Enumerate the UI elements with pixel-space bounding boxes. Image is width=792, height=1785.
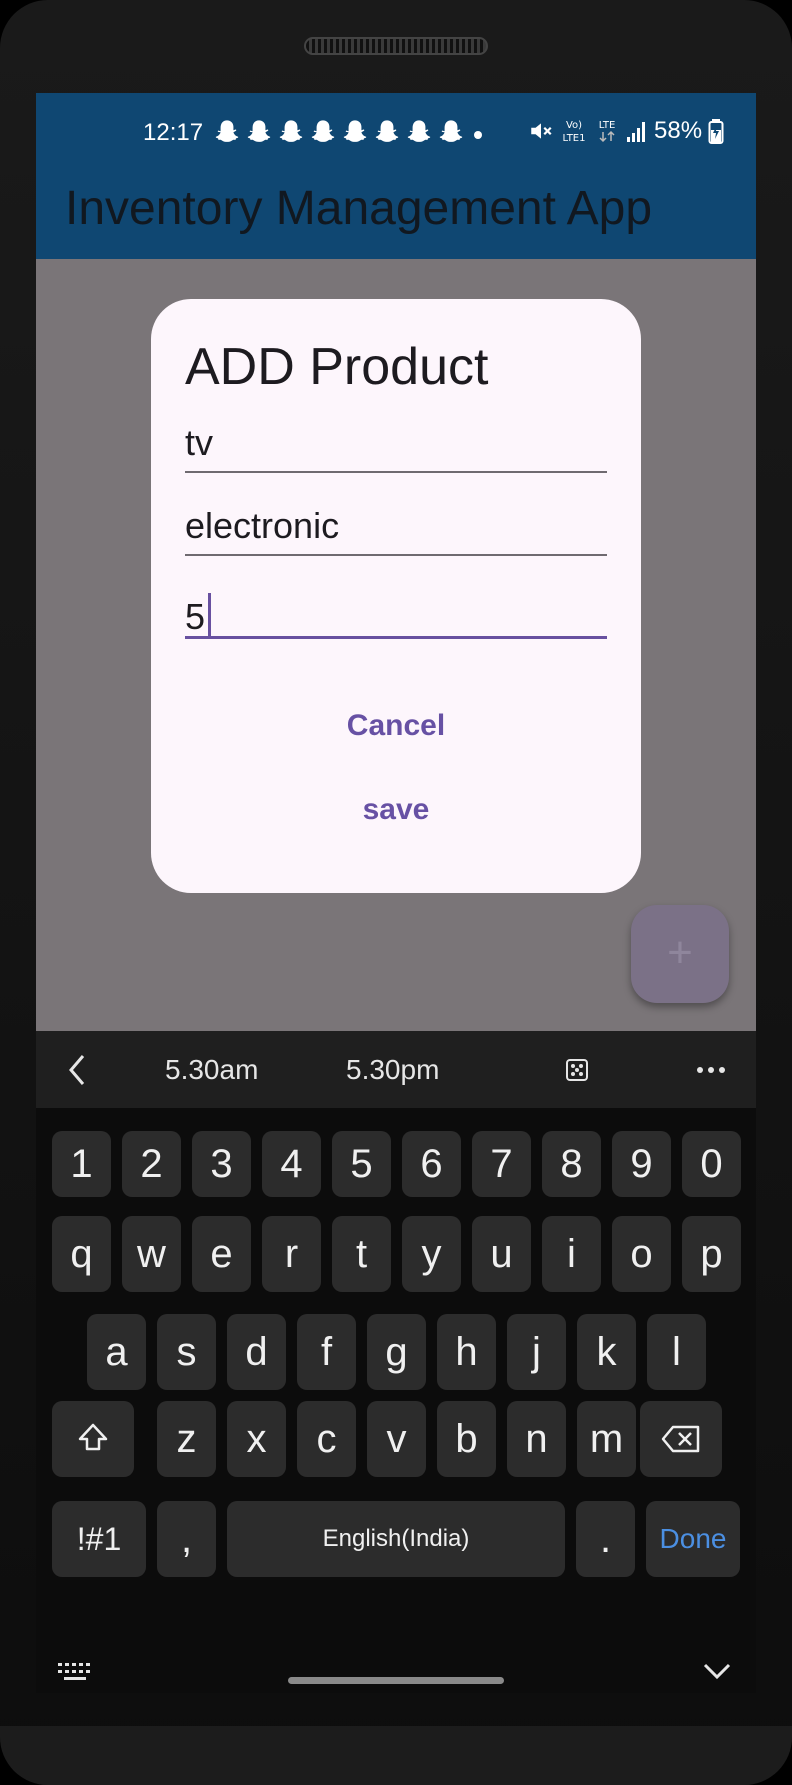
cancel-button[interactable]: Cancel: [151, 711, 641, 741]
save-button[interactable]: save: [151, 795, 641, 825]
phone-bottom-bezel: [0, 1726, 792, 1785]
shift-key[interactable]: [52, 1401, 134, 1477]
key-t[interactable]: t: [332, 1216, 391, 1292]
key-h[interactable]: h: [437, 1314, 496, 1390]
key-y[interactable]: y: [402, 1216, 461, 1292]
keyboard-switch-icon[interactable]: [56, 1661, 94, 1683]
key-m[interactable]: m: [577, 1401, 636, 1477]
key-1[interactable]: 1: [52, 1131, 111, 1197]
add-fab-button[interactable]: +: [631, 905, 729, 1003]
key-k[interactable]: k: [577, 1314, 636, 1390]
shift-icon: [78, 1423, 108, 1451]
add-product-dialog: ADD Product tv electronic 5 Cancel save: [151, 299, 641, 893]
key-0[interactable]: 0: [682, 1131, 741, 1197]
key-n[interactable]: n: [507, 1401, 566, 1477]
mute-icon: [531, 123, 552, 139]
notification-icons: [213, 118, 465, 146]
more-options-icon[interactable]: [696, 1065, 726, 1075]
snapchat-icon: [439, 120, 463, 142]
backspace-icon: [661, 1425, 700, 1453]
suggestion-bar: 5.30am 5.30pm: [36, 1031, 756, 1108]
status-bar: 12:17 Vo) LTE1 LTE 58%: [36, 93, 756, 146]
suggestion-item[interactable]: 5.30am: [165, 1056, 258, 1084]
key-8[interactable]: 8: [542, 1131, 601, 1197]
volte-icon: Vo) LTE1: [563, 120, 586, 144]
key-d[interactable]: d: [227, 1314, 286, 1390]
snapchat-icon: [311, 120, 335, 142]
status-time: 12:17: [143, 119, 204, 146]
snapchat-icon: [407, 120, 431, 142]
more-notifications-dot: [474, 131, 482, 139]
signal-icon: [627, 122, 645, 142]
lte-icon: LTE: [599, 120, 616, 143]
earpiece-speaker: [304, 37, 488, 55]
soft-keyboard: 5.30am 5.30pm 1234567890 qwertyuiop asdf…: [36, 1031, 756, 1693]
product-name-field[interactable]: tv: [185, 413, 607, 473]
key-a[interactable]: a: [87, 1314, 146, 1390]
product-quantity-field[interactable]: 5: [185, 579, 607, 639]
snapchat-icon: [279, 120, 303, 142]
key-w[interactable]: w: [122, 1216, 181, 1292]
product-category-field[interactable]: electronic: [185, 496, 607, 556]
key-z[interactable]: z: [157, 1401, 216, 1477]
key-u[interactable]: u: [472, 1216, 531, 1292]
key-9[interactable]: 9: [612, 1131, 671, 1197]
battery-icon: [708, 119, 724, 144]
key-s[interactable]: s: [157, 1314, 216, 1390]
period-key[interactable]: .: [576, 1501, 635, 1577]
hide-keyboard-icon[interactable]: [702, 1661, 732, 1681]
key-6[interactable]: 6: [402, 1131, 461, 1197]
snapchat-icon: [375, 120, 399, 142]
key-f[interactable]: f: [297, 1314, 356, 1390]
key-5[interactable]: 5: [332, 1131, 391, 1197]
system-status: Vo) LTE1 LTE 58%: [528, 117, 724, 145]
dice-icon[interactable]: [565, 1058, 589, 1082]
key-p[interactable]: p: [682, 1216, 741, 1292]
done-key[interactable]: Done: [646, 1501, 740, 1577]
key-e[interactable]: e: [192, 1216, 251, 1292]
key-j[interactable]: j: [507, 1314, 566, 1390]
app-title: Inventory Management App: [65, 182, 653, 235]
key-i[interactable]: i: [542, 1216, 601, 1292]
symbols-key[interactable]: !#1: [52, 1501, 146, 1577]
suggestion-item[interactable]: 5.30pm: [346, 1056, 439, 1084]
chevron-left-icon[interactable]: [64, 1052, 90, 1088]
space-key[interactable]: English(India): [227, 1501, 565, 1577]
key-7[interactable]: 7: [472, 1131, 531, 1197]
backspace-key[interactable]: [640, 1401, 722, 1477]
key-x[interactable]: x: [227, 1401, 286, 1477]
text-cursor: [208, 593, 212, 637]
app-bar: 12:17 Vo) LTE1 LTE 58% Inventory Managem…: [36, 93, 756, 259]
key-b[interactable]: b: [437, 1401, 496, 1477]
snapchat-icon: [343, 120, 367, 142]
key-r[interactable]: r: [262, 1216, 321, 1292]
key-c[interactable]: c: [297, 1401, 356, 1477]
key-q[interactable]: q: [52, 1216, 111, 1292]
snapchat-icon: [215, 120, 239, 142]
key-4[interactable]: 4: [262, 1131, 321, 1197]
product-name-value: tv: [185, 422, 214, 463]
phone-screen: 12:17 Vo) LTE1 LTE 58% Inventory Managem…: [36, 93, 756, 1693]
key-g[interactable]: g: [367, 1314, 426, 1390]
key-v[interactable]: v: [367, 1401, 426, 1477]
svg-text:Vo): Vo): [566, 120, 582, 131]
battery-percent: 58%: [654, 117, 703, 144]
snapchat-icon: [247, 120, 271, 142]
home-indicator[interactable]: [288, 1677, 504, 1684]
product-quantity-value: 5: [185, 593, 212, 637]
plus-icon: +: [667, 928, 693, 977]
key-o[interactable]: o: [612, 1216, 671, 1292]
svg-text:LTE: LTE: [599, 120, 616, 131]
comma-key[interactable]: ,: [157, 1501, 216, 1577]
dialog-title: ADD Product: [185, 338, 489, 396]
svg-text:LTE1: LTE1: [563, 133, 586, 144]
key-2[interactable]: 2: [122, 1131, 181, 1197]
product-category-value: electronic: [185, 505, 340, 546]
key-l[interactable]: l: [647, 1314, 706, 1390]
key-3[interactable]: 3: [192, 1131, 251, 1197]
